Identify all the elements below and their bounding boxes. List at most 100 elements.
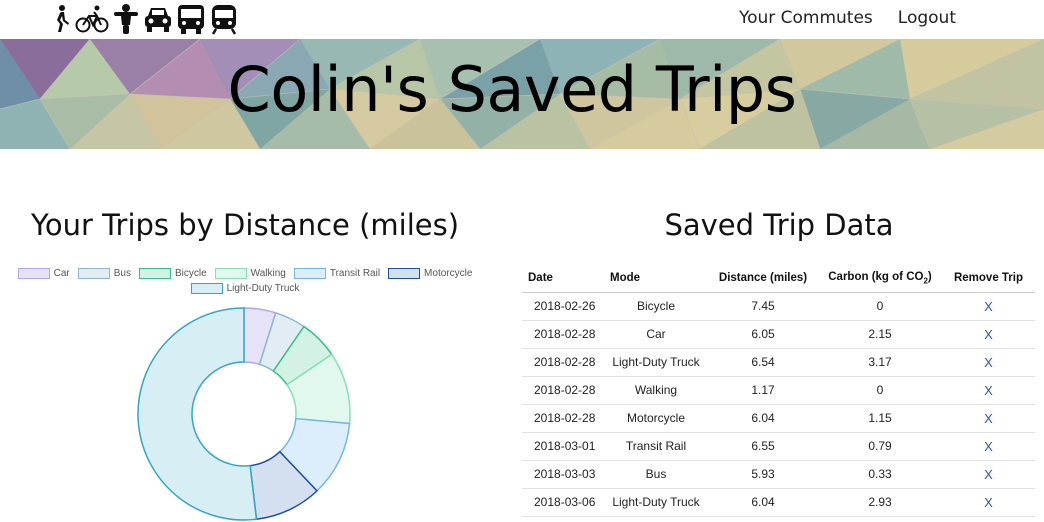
legend-item[interactable]: Transit Rail — [293, 268, 381, 279]
legend-label: Bus — [113, 268, 131, 279]
trip-mode-cell: Bus — [604, 460, 708, 489]
table-row: 2018-02-28 Car 6.05 2.15 X — [522, 320, 1035, 349]
trip-remove-cell: X — [942, 432, 1035, 461]
carbon-header-prefix: Carbon (kg of CO — [828, 270, 924, 283]
table-header-row: Date Mode Distance (miles) Carbon (kg of… — [522, 264, 1035, 293]
trip-remove-cell: X — [942, 404, 1035, 433]
trip-distance-cell: 7.45 — [708, 292, 818, 321]
trip-remove-cell: X — [942, 348, 1035, 377]
nav-link-logout[interactable]: Logout — [898, 8, 956, 28]
trip-carbon-cell: 2.15 — [818, 320, 942, 349]
trip-carbon-cell: 1.15 — [818, 404, 942, 433]
table-row: 2018-02-28 Motorcycle 6.04 1.15 X — [522, 404, 1035, 433]
chart-title: Your Trips by Distance (miles) — [30, 208, 460, 242]
column-header-remove: Remove Trip — [942, 264, 1035, 293]
remove-trip-button[interactable]: X — [984, 495, 993, 510]
page-title: Colin's Saved Trips — [227, 53, 797, 126]
trip-date-cell: 2018-03-06 — [522, 488, 604, 517]
table-row: 2018-02-28 Light-Duty Truck 6.54 3.17 X — [522, 348, 1035, 377]
legend-swatch — [293, 268, 326, 279]
trip-mode-cell: Light-Duty Truck — [604, 488, 708, 517]
table-row: 2018-03-03 Bus 5.93 0.33 X — [522, 460, 1035, 489]
legend-swatch — [138, 268, 171, 279]
table-body: 2018-02-26 Bicycle 7.45 0 X 2018-02-28 Car 6.05… — [522, 292, 1035, 517]
nav-link-your-commutes[interactable]: Your Commutes — [739, 8, 873, 28]
table-row: 2018-03-06 Light-Duty Truck 6.04 2.93 X — [522, 488, 1035, 517]
trip-carbon-cell: 2.93 — [818, 488, 942, 517]
bus-icon — [178, 5, 204, 34]
trip-distance-cell: 6.55 — [708, 432, 818, 461]
legend-item[interactable]: Walking — [214, 268, 286, 279]
table-row: 2018-03-01 Transit Rail 6.55 0.79 X — [522, 432, 1035, 461]
trip-date-cell: 2018-02-28 — [522, 404, 604, 433]
trip-mode-cell: Transit Rail — [604, 432, 708, 461]
trip-date-cell: 2018-02-26 — [522, 292, 604, 321]
trip-carbon-cell: 0.33 — [818, 460, 942, 489]
legend-label: Motorcycle — [424, 268, 473, 279]
trip-distance-cell: 5.93 — [708, 460, 818, 489]
trip-distance-cell: 1.17 — [708, 376, 818, 405]
column-header-date: Date — [522, 264, 604, 293]
column-header-distance: Distance (miles) — [708, 264, 818, 293]
transit-rail-icon — [211, 5, 237, 35]
legend-label: Walking — [250, 268, 286, 279]
legend-swatch — [17, 268, 50, 279]
column-header-carbon: Carbon (kg of CO2) — [818, 264, 942, 293]
remove-trip-button[interactable]: X — [984, 355, 993, 370]
remove-trip-button[interactable]: X — [984, 327, 993, 342]
remove-trip-button[interactable]: X — [984, 383, 993, 398]
legend-swatch — [77, 268, 110, 279]
table-row: 2018-02-26 Bicycle 7.45 0 X — [522, 292, 1035, 321]
transport-mode-icons — [52, 2, 239, 36]
trip-date-cell: 2018-03-01 — [522, 432, 604, 461]
legend-swatch — [214, 268, 247, 279]
donut-slice-light-duty-truck[interactable] — [137, 307, 258, 521]
legend-item[interactable]: Light-Duty Truck — [190, 283, 300, 294]
trip-distance-cell: 6.04 — [708, 404, 818, 433]
trip-carbon-cell: 0.79 — [818, 432, 942, 461]
trip-distance-cell: 6.54 — [708, 348, 818, 377]
legend-label: Transit Rail — [329, 268, 381, 279]
trip-mode-cell: Motorcycle — [604, 404, 708, 433]
trip-date-cell: 2018-02-28 — [522, 376, 604, 405]
trip-date-cell: 2018-02-28 — [522, 320, 604, 349]
legend-label: Light-Duty Truck — [226, 283, 300, 294]
hero-banner: Colin's Saved Trips — [0, 39, 1044, 149]
legend-item[interactable]: Car — [17, 268, 70, 279]
car-icon — [145, 8, 171, 32]
trip-mode-cell: Bicycle — [604, 292, 708, 321]
legend-item[interactable]: Bicycle — [138, 268, 207, 279]
column-header-mode: Mode — [604, 264, 708, 293]
legend-item[interactable]: Bus — [77, 268, 131, 279]
trip-distance-cell: 6.04 — [708, 488, 818, 517]
nav-links: Your Commutes Logout — [739, 8, 956, 28]
walking-icon — [57, 5, 69, 32]
navbar: Your Commutes Logout — [0, 0, 1044, 39]
trip-remove-cell: X — [942, 292, 1035, 321]
trip-mode-cell: Walking — [604, 376, 708, 405]
trip-date-cell: 2018-02-28 — [522, 348, 604, 377]
table-title: Saved Trip Data — [664, 208, 894, 242]
saved-trips-table: Date Mode Distance (miles) Carbon (kg of… — [522, 264, 1035, 517]
trip-remove-cell: X — [942, 320, 1035, 349]
legend-label: Car — [53, 268, 70, 279]
trip-carbon-cell: 3.17 — [818, 348, 942, 377]
remove-trip-button[interactable]: X — [984, 467, 993, 482]
remove-trip-button[interactable]: X — [984, 299, 993, 314]
trip-remove-cell: X — [942, 460, 1035, 489]
remove-trip-button[interactable]: X — [984, 439, 993, 454]
trip-date-cell: 2018-03-03 — [522, 460, 604, 489]
remove-trip-button[interactable]: X — [984, 411, 993, 426]
trip-remove-cell: X — [942, 376, 1035, 405]
trip-mode-cell: Car — [604, 320, 708, 349]
trip-carbon-cell: 0 — [818, 292, 942, 321]
distance-donut-chart — [137, 307, 351, 521]
legend-swatch — [388, 268, 421, 279]
chart-legend: Car Bus Bicycle Walking Transit Rail Motorcyc… — [10, 268, 480, 294]
trip-remove-cell: X — [942, 488, 1035, 517]
trip-mode-cell: Light-Duty Truck — [604, 348, 708, 377]
motorcycle-icon — [114, 4, 138, 34]
trip-carbon-cell: 0 — [818, 376, 942, 405]
trip-distance-cell: 6.05 — [708, 320, 818, 349]
legend-item[interactable]: Motorcycle — [388, 268, 472, 279]
